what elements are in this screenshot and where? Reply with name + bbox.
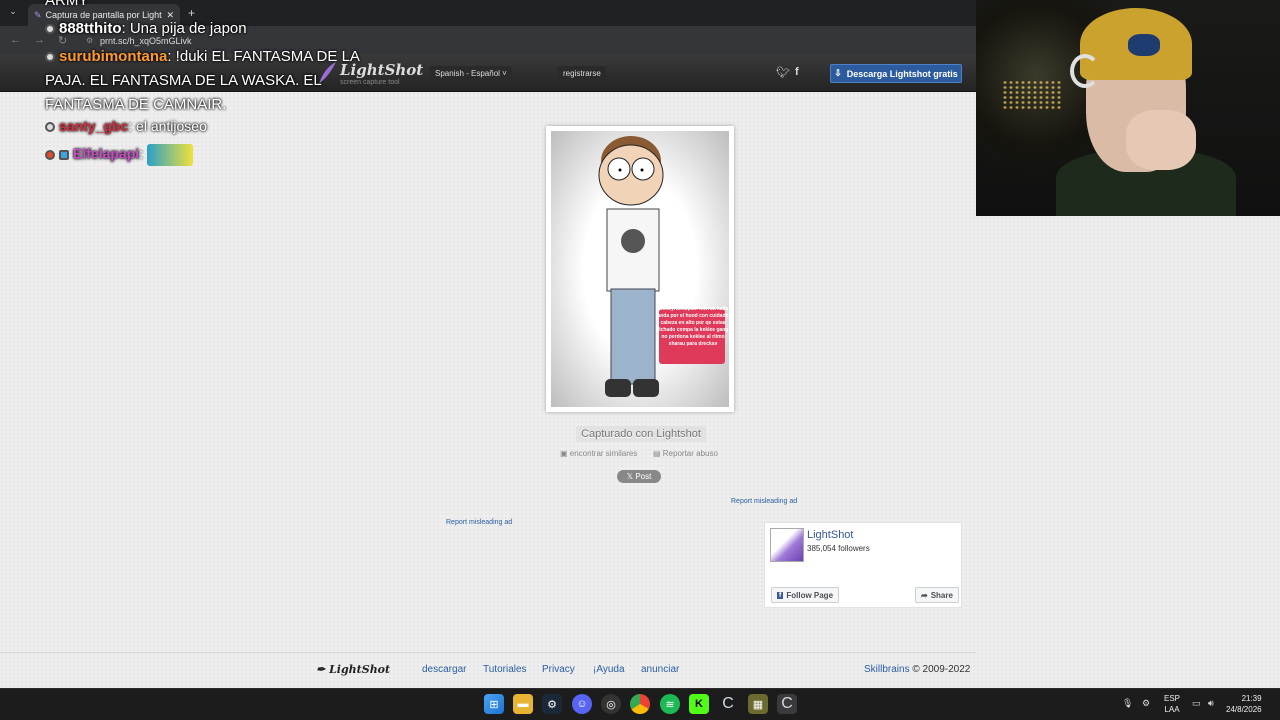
skillbrains-link[interactable]: Skillbrains: [864, 664, 910, 675]
chat-badge-icon: [45, 24, 55, 35]
new-tab-button[interactable]: +: [188, 6, 195, 20]
footer-link-help[interactable]: ¡Ayuda: [593, 664, 625, 675]
download-label: Descarga Lightshot gratis: [846, 68, 958, 79]
facebook-icon[interactable]: f: [795, 66, 799, 78]
chat-user: Elfelapapi: [73, 145, 140, 162]
sticker-text: moneynumdpain mierda kaila anda por el h…: [657, 306, 729, 347]
chat-user: surubimontana: [59, 48, 168, 65]
x-post-button[interactable]: 𝕏 Post: [617, 470, 661, 483]
footer-logo[interactable]: ✒ LightShot: [316, 663, 390, 676]
close-tab-icon[interactable]: ✕: [166, 10, 174, 21]
follow-page-button[interactable]: f Follow Page: [771, 587, 840, 603]
share-label: Share: [930, 590, 953, 600]
share-button[interactable]: ➦ Share: [915, 587, 959, 603]
follow-label: Follow Page: [786, 590, 834, 600]
captured-with-label: Capturado con Lightshot: [576, 426, 706, 442]
twitter-icon[interactable]: 🐦︎: [776, 66, 790, 79]
obs-icon[interactable]: ◎: [601, 694, 621, 714]
chat-text: : el antijoseo: [128, 118, 207, 134]
chat-user: santy_gbc: [59, 118, 129, 134]
headphones-icon: [1070, 54, 1100, 88]
chat-badge-icon: [59, 150, 69, 160]
chat-text: :: [139, 145, 144, 162]
share-icon: ➦: [921, 590, 928, 600]
chat-message: 888tthito: Una pija de japon: [45, 20, 247, 37]
tab-title: Captura de pantalla por Lightsh: [45, 10, 163, 20]
chat-badge-icon: [45, 122, 55, 133]
register-button[interactable]: registrarse: [558, 66, 606, 81]
chat-badge-icon: [45, 52, 55, 63]
webcam-overlay: [976, 0, 1280, 216]
footer-link-tutorials[interactable]: Tutoriales: [483, 664, 527, 675]
app-icon[interactable]: ▦: [748, 694, 768, 714]
followers-count: 385,054 followers: [807, 544, 870, 553]
footer-link-download[interactable]: descargar: [422, 664, 466, 675]
captured-screenshot[interactable]: [546, 126, 734, 412]
report-ad-link[interactable]: Report misleading ad: [446, 519, 512, 526]
tab-search-chevron-icon[interactable]: ⌄: [6, 6, 20, 20]
spotify-icon[interactable]: ≋: [660, 694, 680, 714]
lightshot-app-icon[interactable]: C: [777, 694, 797, 714]
page-avatar[interactable]: [770, 528, 804, 562]
screenshot-image: [551, 131, 729, 407]
copyright-years: © 2009-2022: [912, 664, 971, 675]
city-lights: [1002, 80, 1062, 110]
input-language[interactable]: ESP LAA: [1164, 693, 1180, 715]
language-code: ESP: [1164, 694, 1181, 703]
footer-link-privacy[interactable]: Privacy: [542, 664, 575, 675]
date: 24/8/2026: [1226, 705, 1262, 714]
chat-message: Elfelapapi:: [45, 144, 193, 166]
microphone-icon[interactable]: 🎙︎: [1122, 698, 1133, 709]
page-name[interactable]: LightShot: [807, 529, 853, 541]
copyright: Skillbrains © 2009-2022: [864, 664, 970, 675]
trash-icon: ▤: [653, 449, 663, 458]
cartoon-character-illustration: [598, 136, 725, 397]
post-label: Post: [635, 472, 652, 481]
language-label: Spanish - Español: [435, 69, 500, 78]
chat-badge-icon: [45, 150, 55, 160]
report-ad-link[interactable]: Report misleading ad: [731, 498, 797, 505]
network-icon[interactable]: ▭: [1192, 698, 1201, 709]
find-similar-link[interactable]: ▣ encontrar similares: [560, 449, 637, 458]
kick-icon[interactable]: K: [689, 694, 709, 714]
ccleaner-icon[interactable]: C: [718, 694, 738, 714]
report-abuse-link[interactable]: ▤ Reportar abuso: [653, 449, 718, 458]
tray-settings-icon[interactable]: ⚙: [1142, 698, 1150, 709]
forward-icon[interactable]: →: [34, 34, 45, 46]
discord-icon[interactable]: ☺: [572, 694, 592, 714]
site-info-icon[interactable]: ⚙: [86, 36, 93, 45]
facebook-page-widget: LightShot 385,054 followers f Follow Pag…: [764, 522, 962, 608]
system-clock[interactable]: 21:39 24/8/2026: [1226, 693, 1262, 715]
footer-link-advertise[interactable]: anunciar: [641, 664, 679, 675]
lightshot-favicon-icon: ✎: [34, 9, 42, 20]
download-icon: ⇩: [834, 68, 842, 78]
chevron-down-icon: ˅: [502, 69, 507, 78]
chat-user: 888tthito: [59, 20, 122, 37]
beanie-logo-icon: [1128, 34, 1160, 56]
streamer-hand: [1126, 110, 1196, 170]
chrome-icon[interactable]: [630, 694, 650, 714]
keyboard-layout: LAA: [1164, 705, 1180, 714]
back-icon[interactable]: ←: [10, 34, 21, 46]
steam-icon[interactable]: ⚙: [542, 694, 562, 714]
file-explorer-icon[interactable]: ▬: [513, 694, 533, 714]
chat-message: santy_gbc: el antijoseo: [45, 118, 207, 134]
chat-text: : Una pija de japon: [121, 20, 247, 37]
chat-partial-line: ARMY: [45, 0, 89, 9]
find-similar-label: encontrar similares: [569, 449, 638, 458]
volume-icon[interactable]: 🔊︎: [1208, 698, 1214, 709]
start-icon[interactable]: ⊞: [484, 694, 504, 714]
language-select[interactable]: Spanish - Español ˅: [430, 66, 512, 81]
chat-emote-icon: [146, 144, 193, 166]
feather-icon: ✒: [316, 663, 326, 676]
chat-message: surubimontana: !duki EL FANTASMA DE LA P…: [45, 45, 375, 117]
camera-icon: ▣: [560, 449, 570, 458]
footer-logo-text: LightShot: [329, 663, 391, 676]
report-abuse-label: Reportar abuso: [662, 449, 718, 458]
download-button[interactable]: ⇩ Descarga Lightshot gratis: [830, 64, 962, 83]
facebook-icon: f: [777, 591, 784, 599]
time: 21:39: [1241, 694, 1262, 703]
